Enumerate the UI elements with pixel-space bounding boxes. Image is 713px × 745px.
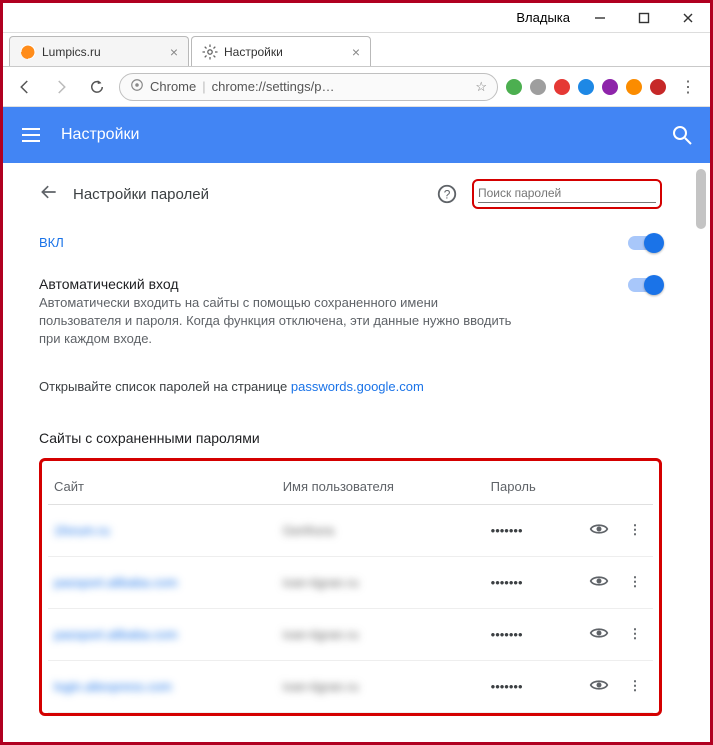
row-more-icon[interactable]: ⋮ [617,608,653,660]
browser-menu-button[interactable]: ⋮ [674,73,702,101]
tab-favicon-settings-icon [202,44,218,60]
bookmark-star-icon[interactable]: ☆ [475,79,487,95]
scheme-icon [130,78,144,95]
app-bar: Настройки [3,107,710,163]
show-password-icon[interactable] [581,608,617,660]
extension-icon[interactable] [554,79,570,95]
extension-icon[interactable] [530,79,546,95]
appbar-search-icon[interactable] [670,123,694,147]
nav-back-button[interactable] [11,73,39,101]
nav-forward-button[interactable] [47,73,75,101]
svg-text:?: ? [444,188,451,202]
tab-settings[interactable]: Настройки × [191,36,371,66]
tab-title: Lumpics.ru [42,45,164,59]
tab-title: Настройки [224,45,346,59]
window-maximize-button[interactable] [622,3,666,33]
window-close-button[interactable] [666,3,710,33]
auto-signin-title: Автоматический вход [39,276,628,292]
password-search-field[interactable] [472,179,662,209]
passwords-google-link[interactable]: passwords.google.com [291,379,424,394]
table-row[interactable]: passport.alibaba.com ivan-tigran.ru ••••… [48,608,653,660]
table-row[interactable]: login.aliexpress.com ivan-tigran.ru ••••… [48,660,653,712]
extension-icon[interactable] [506,79,522,95]
row-more-icon[interactable]: ⋮ [617,504,653,556]
show-password-icon[interactable] [581,556,617,608]
help-icon[interactable]: ? [436,183,458,205]
extension-icon[interactable] [602,79,618,95]
col-site: Сайт [48,469,277,505]
tab-favicon-lumpics-icon [20,44,36,60]
window-minimize-button[interactable] [578,3,622,33]
col-user: Имя пользователя [277,469,485,505]
show-password-icon[interactable] [581,660,617,712]
tab-lumpics[interactable]: Lumpics.ru × [9,36,189,66]
on-toggle-label: ВКЛ [39,235,64,250]
extension-icon[interactable] [650,79,666,95]
extension-icon[interactable] [626,79,642,95]
appbar-title: Настройки [61,126,139,144]
offer-save-toggle[interactable] [628,236,662,250]
saved-passwords-title: Сайты с сохраненными паролями [39,430,662,446]
scheme-label: Chrome [150,79,196,94]
promo-text: Открывайте список паролей на странице pa… [39,379,424,394]
saved-passwords-table: Сайт Имя пользователя Пароль 1forum.ru G… [39,458,662,716]
show-password-icon[interactable] [581,504,617,556]
auto-signin-toggle[interactable] [628,278,662,292]
tab-close-icon[interactable]: × [170,44,178,60]
table-row[interactable]: passport.alibaba.com ivan-tigran.ru ••••… [48,556,653,608]
section-back-button[interactable] [39,182,59,207]
extension-icon[interactable] [578,79,594,95]
auto-signin-desc: Автоматически входить на сайты с помощью… [39,294,519,349]
col-pass: Пароль [485,469,581,505]
page-title: Настройки паролей [73,186,209,203]
row-more-icon[interactable]: ⋮ [617,556,653,608]
window-user-label: Владыка [516,10,570,25]
row-more-icon[interactable]: ⋮ [617,660,653,712]
tab-close-icon[interactable]: × [352,44,360,60]
omnibox[interactable]: Chrome | chrome://settings/p… ☆ [119,73,498,101]
password-search-input[interactable] [478,183,656,203]
nav-reload-button[interactable] [83,73,111,101]
hamburger-icon[interactable] [19,123,43,147]
table-row[interactable]: 1forum.ru Gerthora ••••••• ⋮ [48,504,653,556]
omnibox-url: chrome://settings/p… [212,79,470,94]
scrollbar[interactable] [696,169,706,229]
